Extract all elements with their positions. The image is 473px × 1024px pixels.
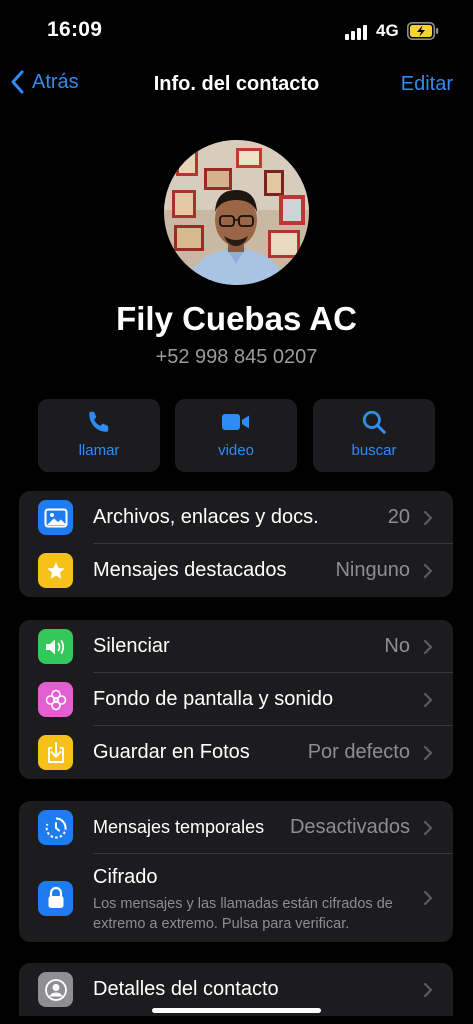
video-icon: [222, 414, 249, 430]
encryption-row[interactable]: Cifrado Los mensajes y las llamadas está…: [19, 854, 453, 942]
row-value: No: [384, 635, 410, 657]
settings-group: Silenciar No Fondo de pantalla y sonido: [19, 620, 453, 779]
starred-messages-row[interactable]: Mensajes destacados Ninguno: [19, 544, 453, 597]
avatar-photo: [164, 140, 309, 285]
wallpaper-sound-row[interactable]: Fondo de pantalla y sonido: [19, 673, 453, 726]
row-label: Mensajes destacados: [93, 559, 287, 581]
call-button[interactable]: llamar: [38, 399, 160, 472]
search-button[interactable]: buscar: [313, 399, 435, 472]
encryption-subtitle: Los mensajes y las llamadas están cifrad…: [93, 896, 393, 932]
search-icon: [362, 410, 386, 434]
lock-icon: [38, 880, 73, 916]
status-bar: 16:09 4G: [0, 0, 473, 56]
save-icon: [38, 735, 73, 770]
chevron-right-icon: [423, 510, 433, 525]
row-value: Por defecto: [307, 741, 410, 763]
nav-bar: Atrás Info. del contacto Editar: [0, 60, 473, 108]
media-links-docs-row[interactable]: Archivos, enlaces y docs. 20: [19, 491, 453, 544]
row-label: Mensajes temporales: [93, 817, 265, 837]
row-label: Silenciar: [93, 635, 170, 657]
row-label: Fondo de pantalla y sonido: [93, 688, 334, 710]
contact-icon: [38, 972, 73, 1007]
contact-phone[interactable]: +52 998 845 0207: [0, 346, 473, 369]
phone-icon: [89, 411, 109, 432]
signal-icon: [345, 24, 369, 40]
timer-icon: [38, 810, 73, 845]
contact-name: Fily Cuebas AC: [116, 300, 357, 337]
video-button[interactable]: video: [175, 399, 297, 472]
chevron-right-icon: [423, 745, 433, 760]
network-label: 4G: [376, 21, 399, 40]
media-group: Archivos, enlaces y docs. 20 Mensajes de…: [19, 491, 453, 597]
photo-icon: [38, 500, 73, 535]
chevron-right-icon: [423, 820, 433, 835]
call-label: llamar: [78, 442, 120, 459]
battery-icon: [407, 22, 439, 40]
star-icon: [38, 553, 73, 588]
avatar[interactable]: [164, 140, 309, 285]
privacy-group: Mensajes temporales Desactivados Cifrado…: [19, 801, 453, 942]
chevron-right-icon: [423, 982, 433, 997]
row-label: Archivos, enlaces y docs.: [93, 506, 319, 528]
chevron-right-icon: [423, 639, 433, 654]
speaker-icon: [38, 629, 73, 664]
mute-row[interactable]: Silenciar No: [19, 620, 453, 673]
home-indicator[interactable]: [152, 1008, 321, 1013]
row-value: 20: [387, 506, 410, 528]
flower-icon: [38, 682, 73, 717]
edit-button[interactable]: Editar: [401, 73, 453, 96]
row-label: Cifrado: [93, 866, 158, 888]
save-to-photos-row[interactable]: Guardar en Fotos Por defecto: [19, 726, 453, 779]
disappearing-messages-row[interactable]: Mensajes temporales Desactivados: [19, 801, 453, 854]
row-label: Guardar en Fotos: [93, 741, 250, 763]
search-label: buscar: [351, 442, 397, 459]
chevron-right-icon: [423, 890, 433, 906]
chevron-right-icon: [423, 563, 433, 578]
row-value: Ninguno: [335, 559, 410, 581]
chevron-right-icon: [423, 692, 433, 707]
row-label: Detalles del contacto: [93, 978, 279, 1000]
action-buttons: llamar video buscar: [38, 399, 435, 472]
status-time: 16:09: [47, 18, 103, 41]
video-label: video: [218, 442, 254, 459]
row-value: Desactivados: [289, 816, 410, 838]
